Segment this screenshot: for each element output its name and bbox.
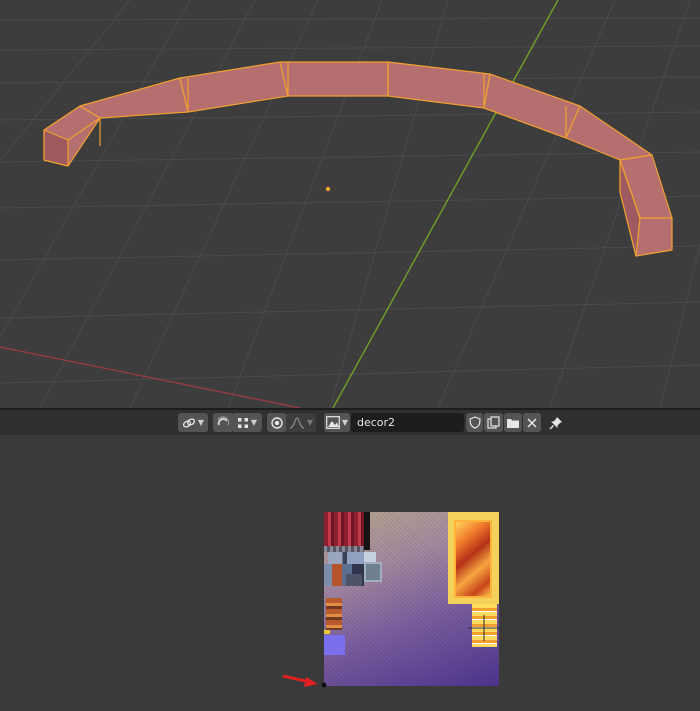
shield-icon — [468, 416, 481, 429]
texture-image — [324, 512, 499, 686]
proportional-editing-toggle[interactable] — [267, 413, 287, 432]
uv-editor-header: ▼ ▼ ▼ ▼ decor2 — [0, 410, 700, 435]
viewport-canvas[interactable] — [0, 0, 700, 408]
texture-tile-gold-strip — [324, 630, 330, 634]
snap-target-dropdown[interactable]: ▼ — [232, 413, 262, 432]
texture-tile-orange-column — [326, 598, 342, 630]
texture-tile-red-curtain — [324, 512, 364, 546]
snap-grid-icon — [237, 417, 249, 429]
chevron-down-icon: ▼ — [341, 418, 349, 427]
snap-toggle-button[interactable] — [213, 413, 233, 432]
chevron-down-icon: ▼ — [197, 418, 205, 427]
chevron-down-icon: ▼ — [306, 418, 314, 427]
uv-editor-canvas[interactable] — [0, 435, 700, 711]
pin-image-button[interactable] — [546, 413, 566, 432]
texture-tile-dark-block — [364, 512, 370, 550]
object-origin-dot — [325, 186, 331, 192]
browse-image-button[interactable]: ▼ — [324, 413, 350, 432]
y-axis-line — [332, 0, 559, 408]
curved-mesh-object[interactable] — [43, 61, 673, 257]
floor-grid — [0, 0, 700, 408]
proportional-editing-icon — [270, 416, 284, 430]
new-image-button[interactable] — [484, 413, 503, 432]
unlink-image-button[interactable] — [523, 413, 541, 432]
close-icon — [527, 417, 537, 428]
texture-tile-gold-pieces — [472, 604, 497, 647]
image-browse-icon — [326, 416, 340, 429]
image-name-input[interactable]: decor2 — [351, 413, 464, 432]
new-image-icon — [487, 416, 500, 429]
link-icon — [182, 417, 196, 429]
folder-icon — [506, 417, 520, 429]
uv-sync-selection-button[interactable]: ▼ — [178, 413, 208, 432]
pin-icon — [549, 416, 563, 430]
chevron-down-icon: ▼ — [250, 418, 258, 427]
snap-magnet-icon — [216, 415, 230, 430]
open-image-button[interactable] — [504, 413, 522, 432]
blender-window: ▼ ▼ ▼ ▼ decor2 — [0, 0, 700, 711]
texture-tile-purple-swatch — [324, 635, 345, 655]
texture-tile-lava-window — [454, 520, 492, 598]
fake-user-button[interactable] — [466, 413, 483, 432]
proportional-falloff-dropdown[interactable]: ▼ — [286, 413, 316, 432]
texture-tile-grey-square — [346, 574, 362, 586]
3d-viewport[interactable] — [0, 0, 700, 408]
annotation-arrow-icon — [282, 674, 318, 687]
texture-tile-steel-square — [364, 562, 382, 582]
falloff-curve-icon — [289, 416, 305, 429]
